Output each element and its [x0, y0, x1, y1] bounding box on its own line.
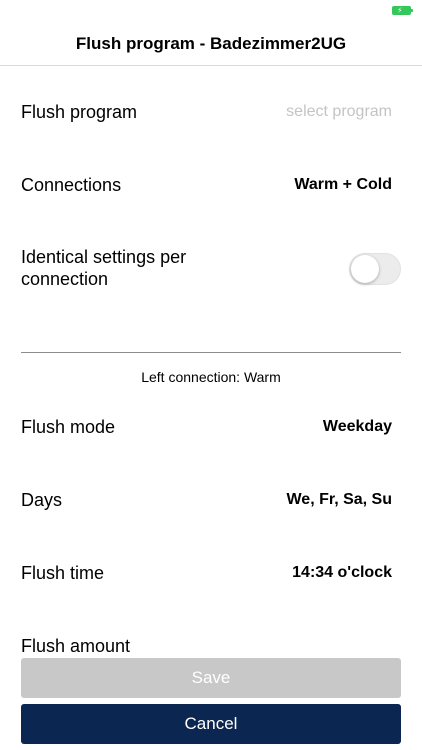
- flush-program-label: Flush program: [21, 101, 138, 122]
- battery-charging-icon: ⚡: [392, 6, 413, 15]
- navigation-bar: Flush program - Badezimmer2UG: [0, 22, 422, 66]
- identical-settings-row: Identical settings per connection: [21, 246, 392, 292]
- flush-mode-value[interactable]: Weekday: [323, 418, 392, 436]
- flush-program-row[interactable]: Flush program select program: [21, 97, 392, 127]
- flush-program-select[interactable]: select program: [286, 103, 392, 121]
- section-caption: Left connection: Warm: [141, 369, 281, 385]
- page-title: Flush program - Badezimmer2UG: [75, 33, 347, 53]
- connections-label: Connections: [21, 174, 122, 195]
- status-bar: ⚡: [0, 0, 422, 22]
- cancel-button[interactable]: Cancel: [21, 704, 401, 744]
- section-divider: [21, 352, 401, 353]
- bolt-icon: ⚡: [397, 6, 403, 15]
- identical-settings-label-line2: connection: [21, 269, 109, 289]
- identical-settings-label: Identical settings per connection: [21, 246, 186, 290]
- flush-mode-label: Flush mode: [21, 416, 116, 437]
- flush-time-row[interactable]: Flush time 14:34 o'clock: [21, 558, 392, 588]
- toggle-knob[interactable]: [351, 255, 379, 283]
- days-row[interactable]: Days We, Fr, Sa, Su: [21, 485, 392, 515]
- flush-amount-row[interactable]: Flush amount: [21, 632, 392, 660]
- connections-value[interactable]: Warm + Cold: [294, 176, 392, 194]
- identical-settings-label-line1: Identical settings per: [21, 247, 187, 267]
- connections-row[interactable]: Connections Warm + Cold: [21, 170, 392, 200]
- flush-time-value[interactable]: 14:34 o'clock: [292, 564, 392, 582]
- flush-amount-label: Flush amount: [21, 635, 131, 656]
- flush-mode-row[interactable]: Flush mode Weekday: [21, 412, 392, 442]
- days-value[interactable]: We, Fr, Sa, Su: [286, 491, 392, 509]
- flush-time-label: Flush time: [21, 562, 105, 583]
- identical-settings-toggle[interactable]: [349, 253, 401, 285]
- days-label: Days: [21, 489, 63, 510]
- save-button[interactable]: Save: [21, 658, 401, 698]
